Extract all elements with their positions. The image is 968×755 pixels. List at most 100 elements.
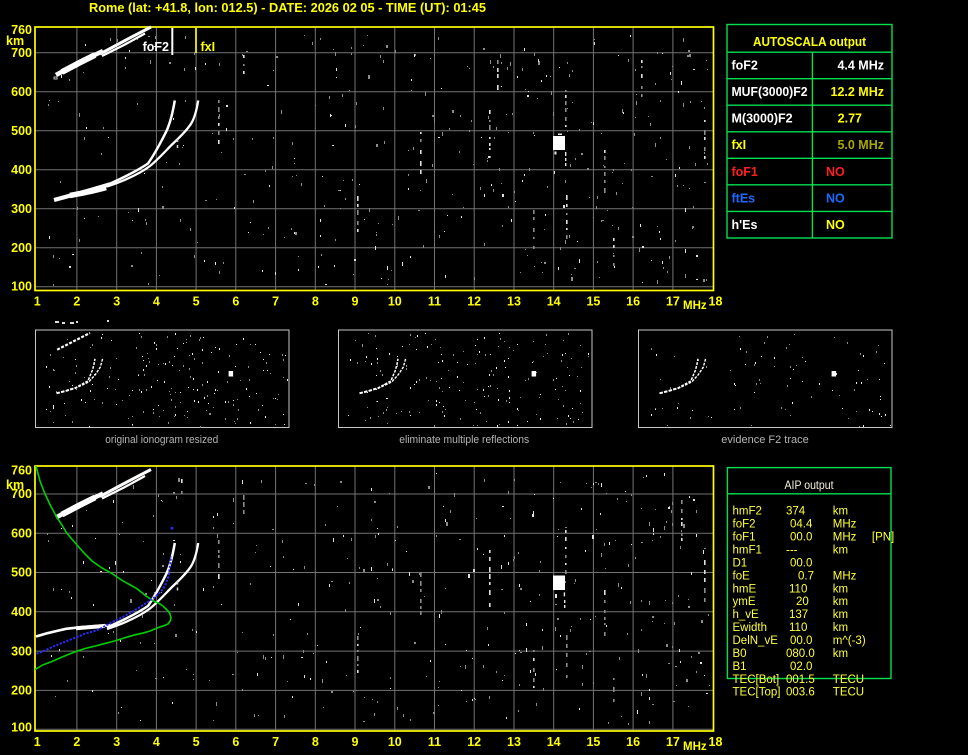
svg-text:11: 11: [428, 735, 441, 749]
svg-text:5: 5: [193, 295, 200, 309]
svg-text:4: 4: [153, 735, 160, 749]
svg-text:9: 9: [352, 735, 359, 749]
svg-text:7: 7: [272, 735, 279, 749]
svg-text:foF2: foF2: [732, 59, 758, 73]
svg-text:hmE: hmE: [733, 583, 757, 595]
svg-text:AIP output: AIP output: [785, 478, 835, 492]
svg-text:18: 18: [709, 295, 723, 309]
svg-text:B0: B0: [733, 648, 747, 660]
svg-text:400: 400: [11, 163, 32, 177]
svg-text:NO: NO: [826, 218, 845, 232]
svg-text:4.4 MHz: 4.4 MHz: [837, 59, 884, 73]
svg-text:km: km: [833, 596, 848, 608]
svg-text:20: 20: [796, 596, 809, 608]
svg-text:16: 16: [626, 295, 640, 309]
svg-text:M(3000)F2: M(3000)F2: [732, 112, 793, 126]
svg-text:8: 8: [312, 735, 319, 749]
svg-text:18: 18: [709, 735, 723, 749]
svg-text:hmF1: hmF1: [733, 545, 762, 557]
svg-text:12.2 MHz: 12.2 MHz: [831, 85, 885, 99]
svg-text:TECU: TECU: [833, 687, 864, 699]
svg-text:km: km: [833, 506, 848, 518]
svg-text:1: 1: [34, 735, 41, 749]
svg-text:14: 14: [547, 295, 561, 309]
svg-text:B1: B1: [733, 661, 747, 673]
svg-text:NO: NO: [826, 165, 845, 179]
svg-text:110: 110: [789, 622, 807, 634]
svg-text:2: 2: [73, 735, 80, 749]
svg-text:---: ---: [786, 545, 798, 557]
svg-text:km: km: [833, 609, 848, 621]
svg-text:15: 15: [586, 735, 600, 749]
svg-text:TECU: TECU: [833, 674, 864, 686]
svg-text:h'Es: h'Es: [732, 218, 758, 232]
svg-text:600: 600: [11, 85, 32, 99]
svg-text:13: 13: [507, 735, 521, 749]
svg-text:400: 400: [11, 605, 32, 619]
svg-text:hmF2: hmF2: [733, 506, 762, 518]
svg-text:fxI: fxI: [201, 40, 216, 54]
svg-text:MHz: MHz: [683, 741, 707, 753]
svg-text:001.5: 001.5: [786, 674, 815, 686]
svg-text:4: 4: [153, 295, 160, 309]
svg-text:km: km: [6, 478, 24, 492]
svg-text:Rome (lat: +41.8, lon: 012.5): Rome (lat: +41.8, lon: 012.5) - DATE: 20…: [89, 1, 486, 15]
svg-text:ymE: ymE: [733, 596, 756, 608]
svg-text:3: 3: [113, 735, 120, 749]
svg-text:700: 700: [11, 46, 32, 60]
svg-text:foF2: foF2: [143, 40, 169, 54]
svg-text:foF1: foF1: [732, 165, 758, 179]
svg-text:080.0: 080.0: [786, 648, 815, 660]
svg-text:110: 110: [789, 583, 807, 595]
svg-text:MHz: MHz: [833, 519, 857, 531]
svg-text:760: 760: [11, 464, 32, 478]
svg-text:003.6: 003.6: [786, 687, 815, 699]
svg-text:10: 10: [388, 295, 402, 309]
svg-text:17: 17: [666, 735, 680, 749]
svg-text:300: 300: [11, 644, 32, 658]
svg-text:Ewidth: Ewidth: [733, 622, 768, 634]
svg-text:200: 200: [11, 241, 32, 255]
svg-text:DelN_vE: DelN_vE: [733, 635, 779, 647]
svg-text:eliminate multiple reflections: eliminate multiple reflections: [399, 434, 529, 446]
svg-text:AUTOSCALA output: AUTOSCALA output: [753, 35, 867, 49]
svg-text:13: 13: [507, 295, 521, 309]
svg-text:200: 200: [11, 684, 32, 698]
svg-text:km: km: [6, 34, 24, 48]
svg-text:TEC[Bot]: TEC[Bot]: [733, 674, 780, 686]
svg-text:km: km: [833, 648, 848, 660]
svg-text:foF2: foF2: [733, 519, 756, 531]
svg-text:17: 17: [666, 295, 680, 309]
svg-text:7: 7: [272, 295, 279, 309]
svg-text:m^(-3): m^(-3): [833, 635, 866, 647]
svg-text:fxI: fxI: [732, 138, 747, 152]
svg-text:6: 6: [232, 735, 239, 749]
svg-text:MUF(3000)F2: MUF(3000)F2: [732, 85, 808, 99]
svg-text:2.77: 2.77: [838, 112, 862, 126]
svg-text:foF1: foF1: [733, 532, 756, 544]
svg-text:MHz: MHz: [683, 300, 707, 312]
svg-text:500: 500: [11, 124, 32, 138]
svg-text:00.0: 00.0: [790, 635, 812, 647]
svg-text:04.4: 04.4: [790, 519, 813, 531]
svg-text:12: 12: [467, 735, 481, 749]
svg-text:foE: foE: [733, 570, 751, 582]
svg-text:original ionogram resized: original ionogram resized: [105, 434, 218, 446]
svg-text:5: 5: [193, 735, 200, 749]
svg-text:h_vE: h_vE: [733, 609, 760, 621]
svg-text:00.0: 00.0: [790, 557, 812, 569]
svg-text:3: 3: [113, 295, 120, 309]
svg-text:6: 6: [232, 295, 239, 309]
svg-text:2: 2: [73, 295, 80, 309]
svg-text:11: 11: [428, 295, 441, 309]
svg-text:MHz: MHz: [833, 532, 857, 544]
svg-text:00.0: 00.0: [790, 532, 812, 544]
svg-text:1: 1: [34, 295, 41, 309]
svg-text:[PN]: [PN]: [872, 532, 894, 544]
svg-text:600: 600: [11, 527, 32, 541]
svg-text:evidence F2 trace: evidence F2 trace: [721, 434, 808, 446]
svg-text:137: 137: [789, 609, 808, 621]
svg-text:MHz: MHz: [833, 570, 857, 582]
svg-text:14: 14: [547, 735, 561, 749]
svg-text:12: 12: [467, 295, 481, 309]
